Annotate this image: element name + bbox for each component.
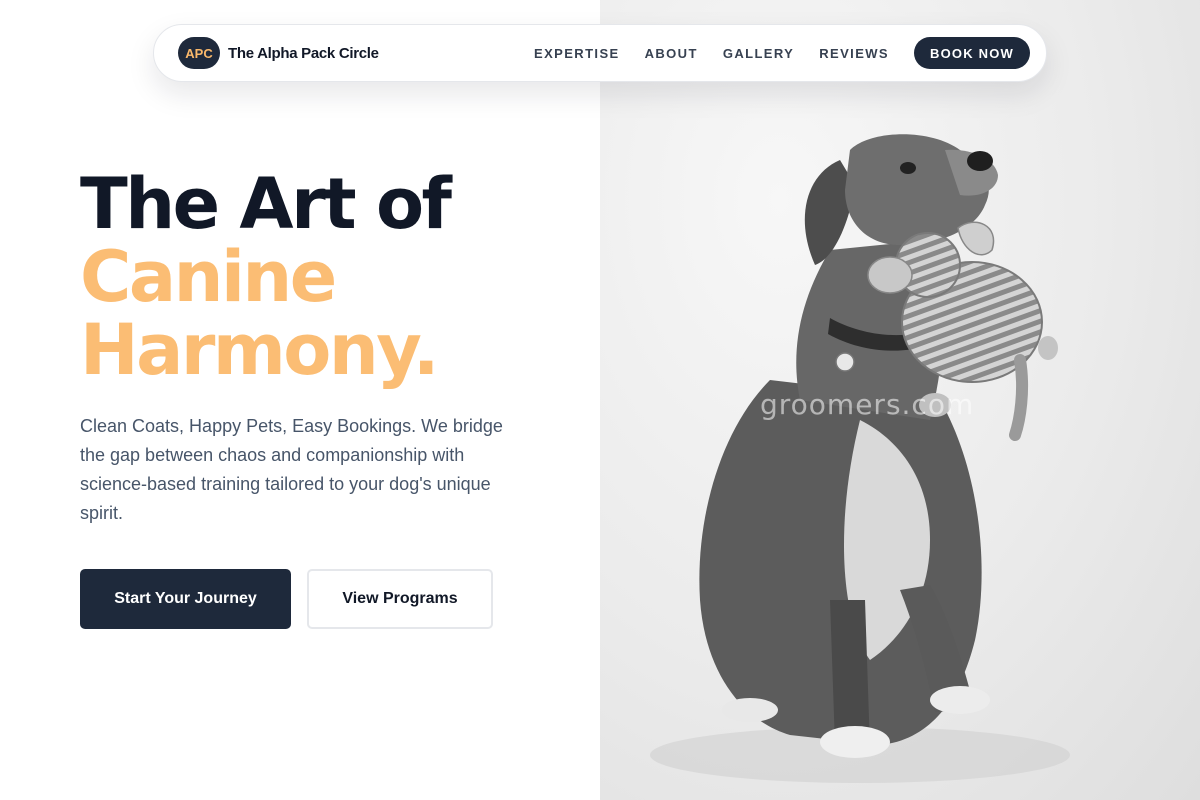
hero-description: Clean Coats, Happy Pets, Easy Bookings. … (80, 416, 503, 523)
nav-link-about[interactable]: ABOUT (645, 46, 698, 61)
photo-watermark: groomers.com (760, 388, 975, 421)
brand-name[interactable]: The Alpha Pack Circle (228, 45, 379, 62)
headline-line-1: The Art of (80, 163, 452, 245)
top-navbar: APC The Alpha Pack Circle EXPERTISE ABOU… (153, 24, 1047, 82)
hero-dog-photo: groomers.com (600, 0, 1200, 800)
headline-line-3: Harmony. (80, 309, 440, 391)
nav-link-gallery[interactable]: GALLERY (723, 46, 794, 61)
nav-link-reviews[interactable]: REVIEWS (819, 46, 889, 61)
nav-links: EXPERTISE ABOUT GALLERY REVIEWS BOOK NOW (534, 37, 1030, 69)
start-journey-button[interactable]: Start Your Journey (80, 569, 291, 629)
hero-headline: The Art of Canine Harmony. (80, 163, 452, 391)
nav-link-expertise[interactable]: EXPERTISE (534, 46, 620, 61)
book-now-button[interactable]: BOOK NOW (914, 37, 1030, 69)
logo-badge[interactable]: APC (178, 37, 220, 69)
view-programs-button[interactable]: View Programs (307, 569, 493, 629)
headline-line-2: Canine (80, 236, 337, 318)
